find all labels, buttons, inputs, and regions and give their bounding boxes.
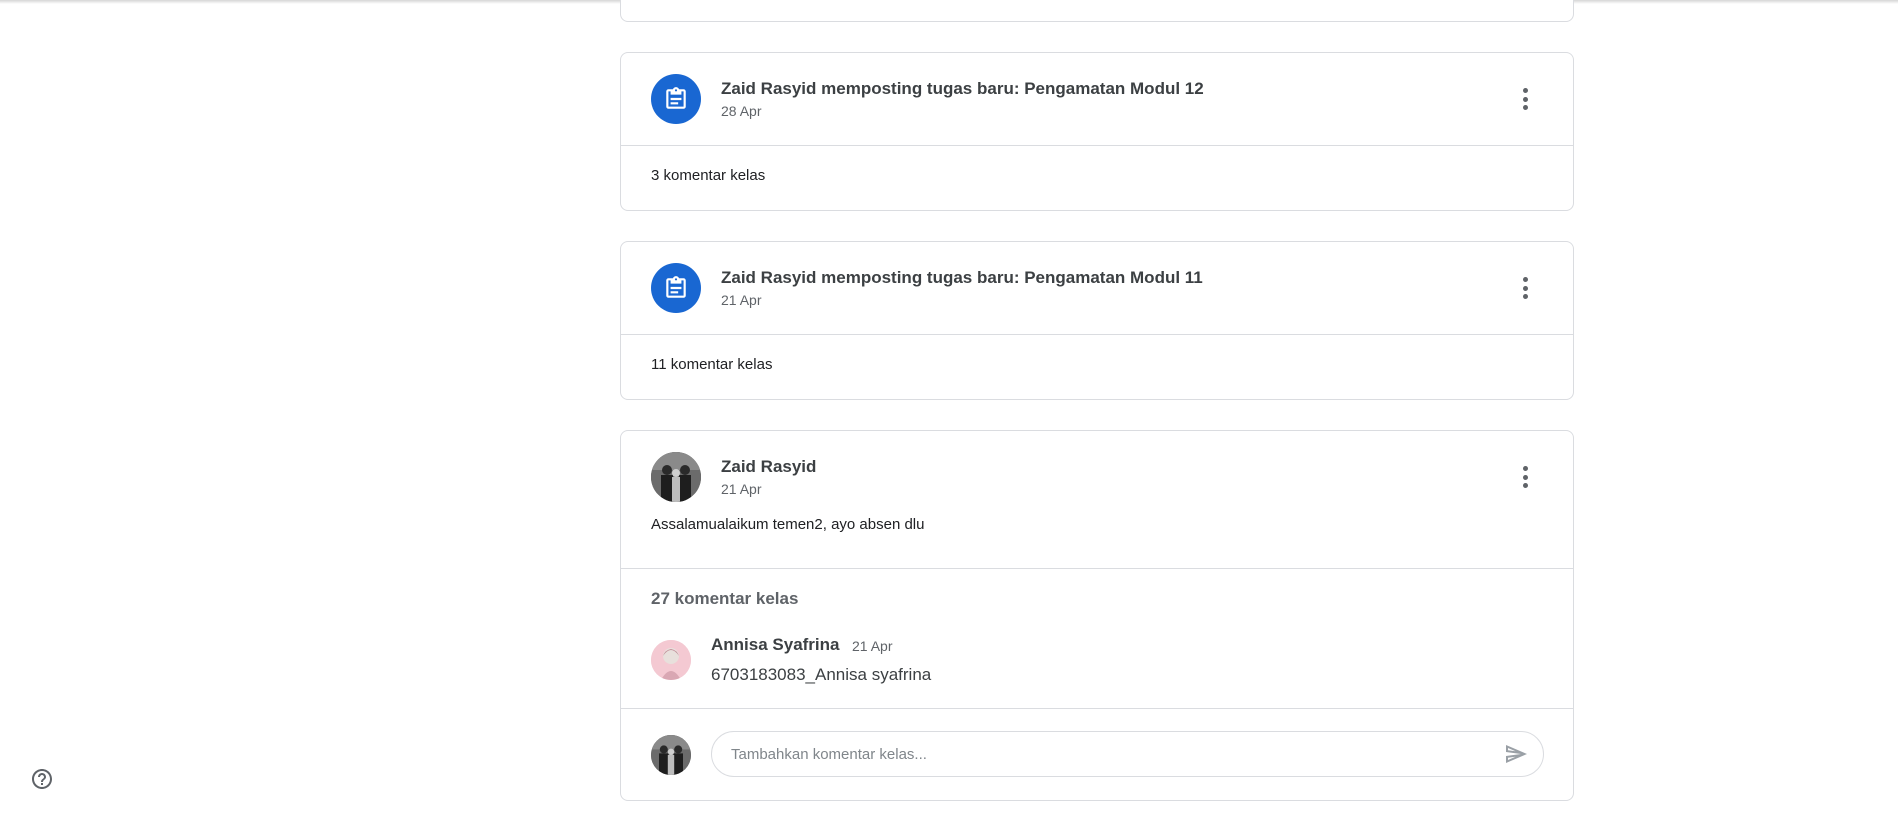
more-vert-icon[interactable] bbox=[1513, 275, 1537, 301]
comment-date: 21 Apr bbox=[852, 638, 893, 654]
author-avatar bbox=[651, 452, 701, 502]
post-header[interactable]: Zaid Rasyid memposting tugas baru: Penga… bbox=[621, 242, 1573, 335]
commenter-name: Annisa Syafrina bbox=[711, 635, 840, 654]
post-author: Zaid Rasyid bbox=[721, 457, 817, 476]
post-date: 28 Apr bbox=[721, 103, 762, 119]
post-body: Assalamualaikum temen2, ayo absen dlu bbox=[651, 516, 925, 533]
class-comment-input[interactable] bbox=[711, 731, 1544, 777]
assignment-icon bbox=[651, 74, 701, 124]
send-icon[interactable] bbox=[1504, 742, 1528, 766]
previous-post-card bbox=[620, 0, 1574, 22]
more-vert-icon[interactable] bbox=[1513, 86, 1537, 112]
class-comments-link[interactable]: 11 komentar kelas bbox=[651, 356, 772, 373]
post-header: Zaid Rasyid 21 Apr Assalamualaikum temen… bbox=[621, 431, 1573, 569]
commenter-avatar bbox=[651, 640, 691, 680]
assignment-post-card[interactable]: Zaid Rasyid memposting tugas baru: Penga… bbox=[620, 241, 1574, 400]
class-comments-link[interactable]: 3 komentar kelas bbox=[651, 167, 765, 184]
class-comments-count[interactable]: 27 komentar kelas bbox=[651, 589, 798, 609]
help-icon[interactable] bbox=[30, 767, 54, 791]
assignment-post-card[interactable]: Zaid Rasyid memposting tugas baru: Penga… bbox=[620, 52, 1574, 211]
post-title[interactable]: Zaid Rasyid memposting tugas baru: Penga… bbox=[721, 79, 1204, 99]
divider bbox=[621, 708, 1573, 709]
post-date: 21 Apr bbox=[721, 481, 762, 497]
post-date: 21 Apr bbox=[721, 292, 762, 308]
comment-text: 6703183083_Annisa syafrina bbox=[711, 665, 932, 684]
announcement-post-card: Zaid Rasyid 21 Apr Assalamualaikum temen… bbox=[620, 430, 1574, 801]
current-user-avatar bbox=[651, 735, 691, 775]
post-header[interactable]: Zaid Rasyid memposting tugas baru: Penga… bbox=[621, 53, 1573, 146]
post-title[interactable]: Zaid Rasyid memposting tugas baru: Penga… bbox=[721, 268, 1203, 288]
assignment-icon bbox=[651, 263, 701, 313]
more-vert-icon[interactable] bbox=[1513, 464, 1537, 490]
